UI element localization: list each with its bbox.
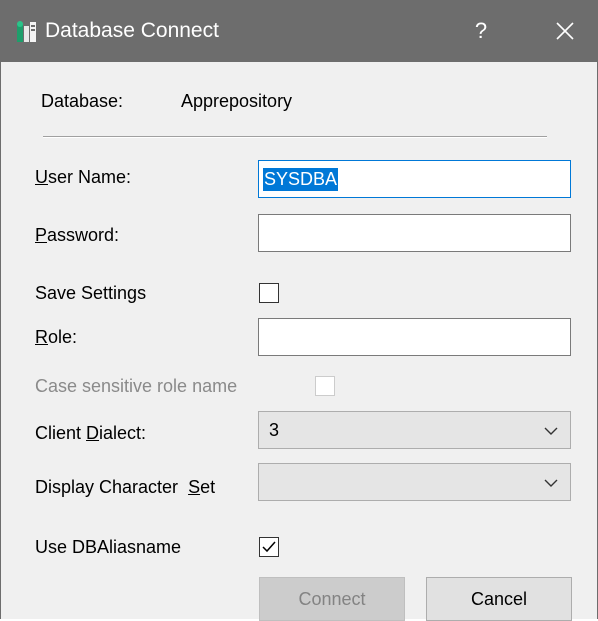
use-dbalias-checkbox[interactable]: [259, 537, 279, 557]
save-settings-label: Save Settings: [35, 283, 147, 303]
window-title: Database Connect: [45, 19, 219, 42]
role-input[interactable]: [258, 318, 571, 356]
user-name-value: SYSDBA: [263, 167, 339, 191]
chevron-down-icon: [544, 479, 558, 487]
client-dialect-label: Client Dialect:: [35, 423, 147, 443]
connect-button[interactable]: Connect: [259, 577, 405, 621]
charset-select[interactable]: [258, 463, 571, 501]
case-sensitive-label: Case sensitive role name: [35, 376, 238, 396]
user-name-input[interactable]: SYSDBA: [258, 160, 571, 198]
case-sensitive-checkbox[interactable]: [315, 376, 335, 396]
cancel-button[interactable]: Cancel: [426, 577, 572, 621]
client-dialect-select[interactable]: 3: [258, 411, 571, 449]
database-value: Apprepository: [181, 91, 293, 111]
charset-label: Display Character Set: [35, 477, 216, 497]
password-input[interactable]: [258, 214, 571, 252]
title-bar[interactable]: Database Connect ?: [1, 0, 597, 62]
password-label: Password:: [35, 225, 120, 245]
role-label: Role:: [35, 327, 78, 347]
use-dbalias-label: Use DBAliasname: [35, 537, 182, 557]
close-button[interactable]: [537, 0, 593, 62]
user-name-label: User Name:: [35, 167, 132, 187]
database-app-icon: [17, 21, 36, 42]
checkmark-icon: [262, 541, 276, 553]
database-connect-dialog: Database Connect ? Database: Appreposito…: [0, 0, 598, 621]
separator: [43, 136, 547, 138]
save-settings-checkbox[interactable]: [259, 283, 279, 303]
help-button[interactable]: ?: [453, 0, 509, 62]
database-label: Database:: [41, 91, 124, 111]
close-icon: [556, 22, 574, 40]
chevron-down-icon: [544, 427, 558, 435]
help-icon: ?: [474, 18, 488, 43]
client-dialect-value: 3: [269, 419, 280, 440]
